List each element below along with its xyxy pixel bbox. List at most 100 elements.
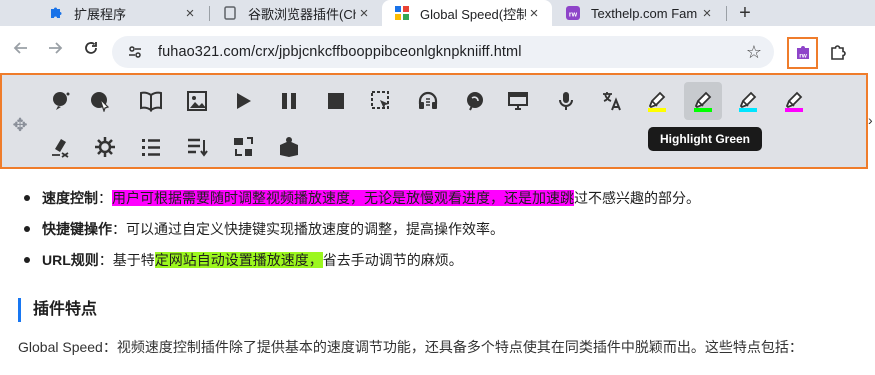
texthelp-extension-button[interactable]: rw <box>787 37 818 69</box>
svg-text:rw: rw <box>799 53 808 60</box>
puzzle-icon <box>48 5 64 21</box>
paragraph: Global Speed：视频速度控制插件除了提供基本的速度调节功能，还具备多个… <box>18 339 803 355</box>
new-tab-button[interactable]: + <box>734 2 756 24</box>
close-icon[interactable]: × <box>526 5 542 22</box>
bullet-text: 省去手动调节的麻烦。 <box>322 252 463 268</box>
highlight-pink-icon <box>782 89 806 113</box>
hover-speech-icon <box>50 90 72 112</box>
arrow-left-icon <box>13 42 27 54</box>
tab-title: 扩展程序 <box>74 6 127 22</box>
pink-highlight: 用户可根据需要随时调整视频播放速度，无论是放慢观看进度，还是加速跳 <box>112 190 574 206</box>
tooltip: Highlight Green <box>648 127 762 151</box>
play-icon <box>233 91 253 111</box>
close-icon[interactable]: × <box>182 5 198 22</box>
list-item: 速度控制：用户可根据需要随时调整视频播放速度，无论是放慢观看进度，还是加速跳过不… <box>24 188 700 208</box>
hover-speech-button[interactable] <box>42 82 80 120</box>
stop-button[interactable] <box>317 82 355 120</box>
forward-button[interactable] <box>44 37 66 59</box>
tab-title: 谷歌浏览器插件(Ch <box>248 6 356 22</box>
highlight-yellow-icon <box>645 89 669 113</box>
reload-icon <box>85 42 97 54</box>
texthelp-icon: rw <box>565 5 581 21</box>
dictionary-button[interactable] <box>132 82 170 120</box>
practice-reading-button[interactable] <box>270 128 308 166</box>
bullet-separator: ： <box>98 252 113 268</box>
texthelp-icon: rw <box>796 46 809 60</box>
tab-chrome-plugins[interactable]: 谷歌浏览器插件(Ch × <box>210 0 382 26</box>
toolbar-overflow-icon[interactable]: › <box>868 112 873 128</box>
highlight-cyan-icon <box>736 89 760 113</box>
browser-toolbar: fuhao321.com/crx/jpbjcnkcffbooppibceonlg… <box>0 26 875 72</box>
simplify-button[interactable] <box>224 128 262 166</box>
tab-extensions[interactable]: 扩展程序 × <box>36 0 208 26</box>
tab-strip: 扩展程序 × 谷歌浏览器插件(Ch × Global Speed(控制 × rw… <box>0 0 875 26</box>
page-content: 速度控制：用户可根据需要随时调整视频播放速度，无论是放慢观看进度，还是加速跳过不… <box>0 168 875 375</box>
pause-icon <box>279 91 299 111</box>
highlight-yellow-button[interactable] <box>638 82 676 120</box>
bullet-text: 过不感兴趣的部分。 <box>574 190 700 206</box>
screenshot-reader-icon <box>370 90 392 112</box>
click-to-speak-button[interactable] <box>81 82 119 120</box>
voice-note-button[interactable] <box>456 82 494 120</box>
section-title: 插件特点 <box>18 298 97 322</box>
clear-highlights-button[interactable] <box>42 128 80 166</box>
feature-list: 速度控制：用户可根据需要随时调整视频播放速度，无论是放慢观看进度，还是加速跳过不… <box>24 188 700 281</box>
vocabulary-list-button[interactable] <box>132 128 170 166</box>
close-icon[interactable]: × <box>356 5 372 22</box>
bookmark-star-icon[interactable]: ☆ <box>746 42 762 63</box>
drag-handle-icon[interactable]: ✥ <box>10 115 30 135</box>
summarize-icon <box>186 136 208 158</box>
svg-text:rw: rw <box>569 12 578 19</box>
microphone-icon <box>556 90 576 112</box>
close-icon[interactable]: × <box>699 5 715 22</box>
pause-button[interactable] <box>270 82 308 120</box>
site-favicon-icon <box>394 5 410 21</box>
vocabulary-list-icon <box>140 136 162 158</box>
list-item: URL规则：基于特定网站自动设置播放速度，省去手动调节的麻烦。 <box>24 250 700 270</box>
back-button[interactable] <box>10 37 32 59</box>
bullet-text: 基于特 <box>112 252 155 268</box>
screen-mask-button[interactable] <box>499 82 537 120</box>
tab-global-speed[interactable]: Global Speed(控制 × <box>382 0 552 26</box>
translate-button[interactable] <box>593 82 631 120</box>
arrow-right-icon <box>49 42 63 54</box>
reload-button[interactable] <box>80 37 102 59</box>
bullet-label: URL规则 <box>42 252 99 268</box>
extensions-menu-button[interactable] <box>826 40 850 64</box>
puzzle-icon <box>831 45 846 60</box>
collect-highlights-icon <box>94 136 116 158</box>
bullet-label: 快捷键操作 <box>42 221 112 237</box>
clear-highlights-icon <box>49 135 73 159</box>
voice-note-icon <box>464 90 486 112</box>
green-highlight: 定网站自动设置播放速度， <box>154 252 323 268</box>
chrome-file-icon <box>222 5 238 21</box>
address-bar[interactable]: fuhao321.com/crx/jpbjcnkcffbooppibceonlg… <box>112 36 774 68</box>
site-settings-icon[interactable] <box>120 44 150 60</box>
highlight-green-button[interactable] <box>684 82 722 120</box>
tab-title: Global Speed(控制 <box>420 6 526 22</box>
picture-dictionary-button[interactable] <box>178 82 216 120</box>
tab-divider <box>726 6 727 21</box>
tab-texthelp[interactable]: rw Texthelp.com Fam × <box>553 0 725 26</box>
bullet-separator: ： <box>98 190 112 206</box>
microphone-button[interactable] <box>547 82 585 120</box>
bullet-separator: ： <box>112 221 126 237</box>
translate-icon <box>601 90 623 112</box>
summarize-button[interactable] <box>178 128 216 166</box>
list-item: 快捷键操作：可以通过自定义快捷键实现播放速度的调整，提高操作效率。 <box>24 219 700 239</box>
highlight-green-icon <box>691 89 715 113</box>
audio-maker-button[interactable] <box>409 82 447 120</box>
play-button[interactable] <box>224 82 262 120</box>
highlight-pink-button[interactable] <box>775 82 813 120</box>
tab-title: Texthelp.com Fam <box>591 5 698 21</box>
collect-highlights-button[interactable] <box>86 128 124 166</box>
highlight-cyan-button[interactable] <box>729 82 767 120</box>
screen-mask-icon <box>507 90 529 112</box>
url-text: fuhao321.com/crx/jpbjcnkcffbooppibceonlg… <box>158 44 522 60</box>
screenshot-reader-button[interactable] <box>362 82 400 120</box>
audio-maker-icon <box>417 90 439 112</box>
stop-icon <box>326 91 346 111</box>
practice-reading-icon <box>278 136 300 158</box>
bullet-label: 速度控制 <box>42 190 98 206</box>
click-to-speak-icon <box>89 90 111 112</box>
